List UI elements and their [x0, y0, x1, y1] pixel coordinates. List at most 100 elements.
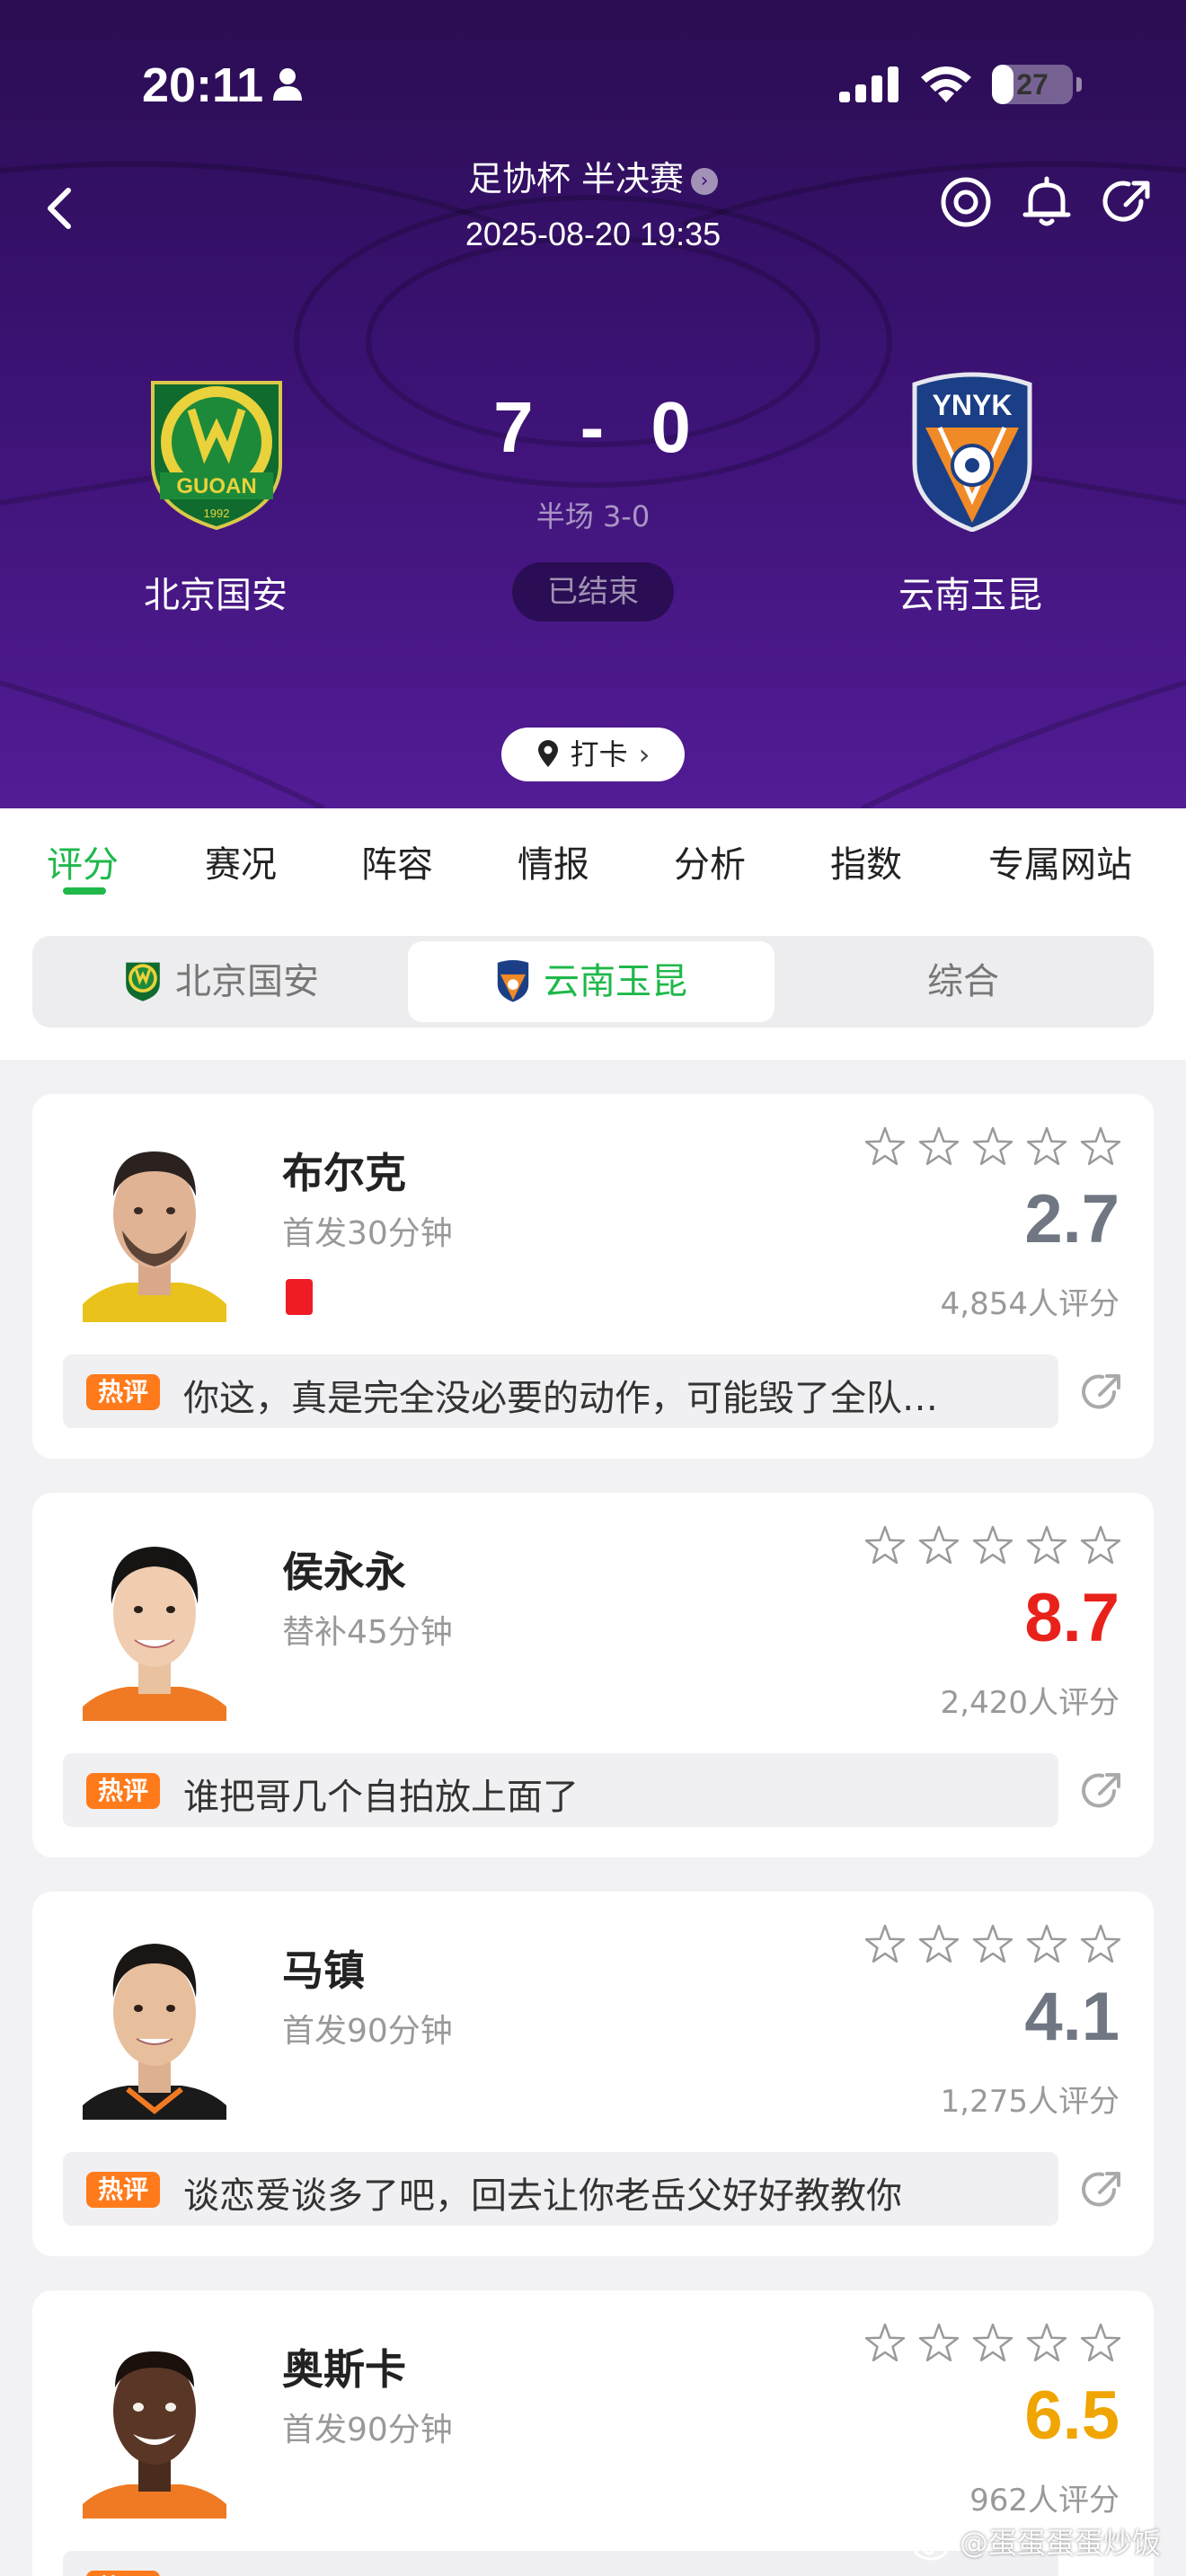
- star-rating-input[interactable]: [863, 2321, 1132, 2366]
- red-card-icon: [286, 1279, 313, 1315]
- player-avatar: [83, 1944, 226, 2120]
- location-pin-icon: [537, 740, 558, 767]
- weibo-watermark: @蛋蛋蛋蛋炒饭: [913, 2520, 1161, 2562]
- watermark-text: @蛋蛋蛋蛋炒饭: [960, 2526, 1162, 2560]
- away-score: 0: [651, 387, 693, 467]
- hot-comment-text: 你这，真是完全没必要的动作，可能毁了全队…: [183, 1378, 938, 1419]
- away-team-mini-logo: [497, 959, 529, 1002]
- competition-name: 足协杯 半决赛: [467, 159, 685, 198]
- rating-count: 2,420人评分: [940, 1685, 1120, 1721]
- star-icon[interactable]: [1026, 1924, 1067, 1963]
- player-rating-card[interactable]: 侯永永 替补45分钟 8.7 2,420人评分 热评 谁把哥几个自拍放上面了: [32, 1493, 1154, 1857]
- tab-exclusive-site[interactable]: 专属网站: [988, 835, 1132, 887]
- share-icon[interactable]: [1075, 2163, 1128, 2217]
- back-button[interactable]: [36, 171, 90, 243]
- player-rating-card[interactable]: 马镇 首发90分钟 4.1 1,275人评分 热评 谈恋爱谈多了吧，回去让你老岳…: [32, 1892, 1154, 2256]
- competition-title[interactable]: 足协杯 半决赛 ›: [413, 151, 773, 200]
- tab-intel[interactable]: 情报: [518, 835, 589, 887]
- battery-cap: [1076, 77, 1082, 92]
- home-team-logo[interactable]: GUOAN 1992: [142, 365, 291, 532]
- star-icon[interactable]: [972, 1525, 1013, 1565]
- player-rating: 6.5: [1024, 2378, 1120, 2454]
- star-icon[interactable]: [918, 1924, 960, 1963]
- tab-analysis[interactable]: 分析: [674, 835, 746, 887]
- star-icon[interactable]: [918, 2323, 960, 2362]
- match-datetime: 2025-08-20 19:35: [465, 216, 721, 252]
- match-tabs: 评分 赛况 阵容 情报 分析 指数 专属网站: [0, 808, 1186, 907]
- hot-comment[interactable]: 热评 你这，真是完全没必要的动作，可能毁了全队…: [63, 1354, 1058, 1428]
- star-icon[interactable]: [1080, 2323, 1121, 2362]
- star-icon[interactable]: [1080, 1924, 1121, 1963]
- team-switch-away[interactable]: 云南玉昆: [408, 941, 774, 1022]
- person-icon: [273, 68, 302, 101]
- star-icon[interactable]: [918, 1126, 960, 1166]
- team-switch-combined[interactable]: 综合: [778, 941, 1148, 1022]
- star-icon[interactable]: [864, 1126, 906, 1166]
- halftime-score: 半场 3-0: [535, 499, 651, 534]
- player-avatar: [83, 1151, 226, 1322]
- star-icon[interactable]: [1026, 2323, 1067, 2362]
- player-avatar: [83, 1547, 226, 1721]
- star-icon[interactable]: [864, 1924, 906, 1963]
- star-icon[interactable]: [918, 1525, 960, 1565]
- tab-lineup[interactable]: 阵容: [361, 835, 433, 887]
- share-icon[interactable]: [1096, 171, 1159, 234]
- tab-odds[interactable]: 指数: [830, 835, 902, 887]
- score-separator: -: [580, 387, 606, 467]
- svg-text:1992: 1992: [204, 507, 230, 520]
- hot-comment-tag: 热评: [86, 1773, 160, 1809]
- star-icon[interactable]: [972, 1924, 1013, 1963]
- home-team-mini-logo: [126, 962, 160, 1001]
- star-rating-input[interactable]: [863, 1125, 1132, 1169]
- home-score: 7: [493, 387, 535, 467]
- team-switch-home-label: 北京国安: [175, 961, 319, 1002]
- hot-comment[interactable]: 热评 谁把哥几个自拍放上面了: [63, 1753, 1058, 1827]
- active-tab-indicator: [63, 887, 106, 895]
- share-icon[interactable]: [1075, 1365, 1128, 1419]
- clock: 20:11: [142, 58, 264, 112]
- hot-comment[interactable]: 热评 谈恋爱谈多了吧，回去让你老岳父好好教教你: [63, 2152, 1058, 2226]
- match-status-badge: 已结束: [512, 562, 674, 622]
- hot-comment-tag: 热评: [86, 2571, 160, 2576]
- player-name: 布尔克: [282, 1149, 406, 1197]
- player-rating-card[interactable]: 布尔克 首发30分钟 2.7 4,854人评分 热评 你这，真是完全没必要的动作…: [32, 1094, 1154, 1459]
- hot-comment-tag: 热评: [86, 1374, 160, 1410]
- away-team-name[interactable]: 云南玉昆: [836, 566, 1105, 618]
- checkin-button[interactable]: 打卡 ›: [501, 728, 685, 781]
- player-minutes: 首发90分钟: [282, 2013, 453, 2050]
- team-switch-home[interactable]: 北京国安: [38, 941, 404, 1022]
- tab-live[interactable]: 赛况: [205, 835, 277, 887]
- star-icon[interactable]: [1026, 1126, 1067, 1166]
- wifi-icon: [921, 66, 971, 102]
- hot-comment[interactable]: 热评: [63, 2551, 1058, 2576]
- player-avatar: [83, 2351, 226, 2519]
- hot-comment-text: 谁把哥几个自拍放上面了: [183, 1777, 579, 1818]
- star-icon[interactable]: [1080, 1126, 1121, 1166]
- star-icon[interactable]: [972, 2323, 1013, 2362]
- star-icon[interactable]: [972, 1126, 1013, 1166]
- player-name: 侯永永: [282, 1548, 406, 1596]
- checkin-label: 打卡: [570, 737, 628, 772]
- battery-indicator: 27: [992, 65, 1073, 104]
- bell-icon[interactable]: [1015, 171, 1078, 234]
- battery-percent: 27: [1016, 68, 1049, 101]
- star-rating-input[interactable]: [863, 1523, 1132, 1568]
- svg-text:GUOAN: GUOAN: [176, 474, 256, 498]
- player-minutes: 替补45分钟: [282, 1614, 453, 1651]
- player-rating: 8.7: [1024, 1580, 1120, 1656]
- tab-ratings[interactable]: 评分: [47, 835, 119, 887]
- star-icon[interactable]: [864, 1525, 906, 1565]
- rating-count: 1,275人评分: [940, 2084, 1120, 2120]
- hot-comment-tag: 热评: [86, 2172, 160, 2208]
- star-icon[interactable]: [1080, 1525, 1121, 1565]
- away-team-logo[interactable]: YNYK: [906, 365, 1039, 532]
- star-icon[interactable]: [1026, 1525, 1067, 1565]
- scoreboard: 7-0: [458, 386, 728, 469]
- star-rating-input[interactable]: [863, 1922, 1132, 1967]
- live-target-icon[interactable]: [934, 171, 997, 234]
- team-switch-section: 北京国安 云南玉昆 综合: [0, 907, 1186, 1060]
- star-icon[interactable]: [864, 2323, 906, 2362]
- player-name: 马镇: [282, 1946, 365, 1995]
- home-team-name[interactable]: 北京国安: [81, 566, 350, 618]
- share-icon[interactable]: [1075, 1764, 1128, 1818]
